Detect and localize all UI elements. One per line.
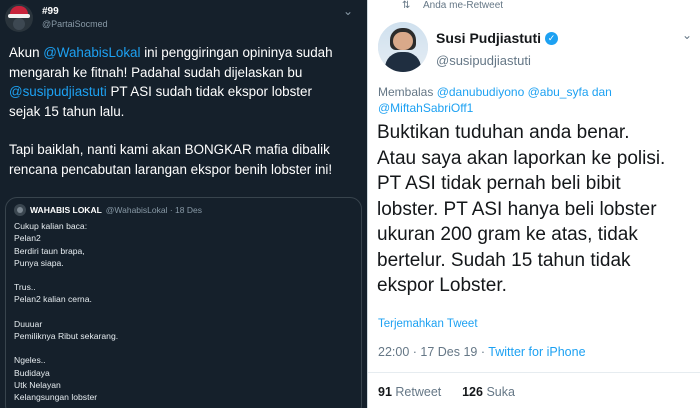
quote-line: Trus.. <box>14 282 36 293</box>
avatar[interactable] <box>378 22 428 72</box>
text-run: Tapi baiklah, nanti kami akan BONGKAR ma… <box>9 142 330 157</box>
retweets-stat[interactable]: 91 Retweet <box>378 385 441 399</box>
tweet-text: Akun @WahabisLokal ini penggiringan opin… <box>9 43 365 179</box>
tweet-line: sejak 15 tahun lalu. <box>9 102 365 122</box>
quote-line: Kelangsungan lobster <box>14 392 98 403</box>
quote-handle-date: @WahabisLokal · 18 Des <box>105 205 202 215</box>
tweet-line: Tapi baiklah, nanti kami akan BONGKAR ma… <box>9 140 365 160</box>
mention-link[interactable]: @WahabisLokal <box>43 45 140 60</box>
quote-text: Cukup kalian baca: Pelan2 Berdiri taun bra… <box>14 220 353 404</box>
tweet-line: Atau saya akan laporkan ke polisi. <box>377 147 666 169</box>
quote-line: Duuuar <box>14 318 43 329</box>
retweet-icon: ⇅ <box>402 0 411 11</box>
user-handle[interactable]: @PartaiSocmed <box>42 19 108 29</box>
quote-line: Cukup kalian baca: <box>14 221 88 231</box>
quote-line: Pelan2 <box>14 233 41 244</box>
chevron-down-icon[interactable]: ⌄ <box>682 28 692 42</box>
quote-line: Budidaya <box>14 367 50 378</box>
display-name[interactable]: #99 <box>42 6 59 17</box>
display-name-row[interactable]: Susi Pudjiastuti ✓ <box>436 30 559 46</box>
display-name[interactable]: Susi Pudjiastuti <box>436 30 541 46</box>
text-run: mengarah ke fitnah! Padahal sudah dijela… <box>9 64 303 80</box>
reply-mentions-2[interactable]: @MiftahSabriOff1 <box>378 101 473 115</box>
reply-prefix: Membalas <box>378 85 437 99</box>
tweet-text: Buktikan tuduhan anda benar. Atau saya ak… <box>377 120 697 299</box>
tweet-date[interactable]: 17 Des 19 <box>420 345 477 359</box>
retweet-label: Anda me-Retweet <box>423 0 504 11</box>
quote-line: Pelan2 kalian cerna. <box>14 294 92 305</box>
tweet-stats: 91 Retweet 126 Suka <box>378 385 515 399</box>
translate-tweet-link[interactable]: Terjemahkan Tweet <box>378 318 478 330</box>
tweet-line: Buktikan tuduhan anda benar. <box>377 122 630 143</box>
tweet-line: ekspor Lobster. <box>377 275 507 296</box>
tweet-line: mengarah ke fitnah! Padahal sudah dijela… <box>9 63 365 83</box>
retweets-count: 91 <box>378 385 392 399</box>
tweet-line: lobster. PT ASI hanya beli lobster <box>377 198 657 220</box>
user-handle[interactable]: @susipudjiastuti <box>436 53 531 68</box>
likes-label: Suka <box>486 385 515 399</box>
verified-badge-icon: ✓ <box>545 31 559 45</box>
tweet-line: @susipudjiastuti PT ASI sudah tidak eksp… <box>9 82 365 102</box>
quoted-tweet[interactable]: WAHABIS LOKAL @WahabisLokal · 18 Des Cuk… <box>5 197 362 408</box>
text-run: sejak 15 tahun lalu. <box>9 103 125 119</box>
tweet-line: Akun @WahabisLokal ini penggiringan opin… <box>9 43 365 63</box>
likes-count: 126 <box>462 385 483 399</box>
avatar[interactable] <box>5 4 33 32</box>
text-run: rencana pencabutan larangan ekspor benih… <box>9 161 333 177</box>
quote-display-name: WAHABIS LOKAL <box>30 205 102 215</box>
quote-line: Pemiliknya Ribut sekarang. <box>14 331 119 342</box>
text-run: ini penggiringan opininya sudah <box>140 45 333 60</box>
mention-link[interactable]: @susipudjiastuti <box>9 84 107 99</box>
right-tweet-panel: ⇅ Anda me-Retweet Susi Pudjiastuti ✓ @su… <box>368 0 700 408</box>
tweet-line: ukuran 200 gram ke atas, tidak <box>377 224 638 245</box>
quote-avatar <box>14 204 26 216</box>
quote-line: Punya siapa. <box>14 257 64 268</box>
tweet-line: PT ASI tidak pernah beli bibit <box>377 173 621 194</box>
reply-mentions[interactable]: @danubudiyono @abu_syfa dan <box>437 85 612 99</box>
tweet-line: rencana pencabutan larangan ekspor benih… <box>9 160 365 180</box>
divider <box>368 372 700 373</box>
replying-to: Membalas @danubudiyono @abu_syfa dan @Mi… <box>378 84 678 116</box>
retweets-label: Retweet <box>395 385 442 399</box>
tweet-line: bertelur. Sudah 15 tahun tidak <box>377 249 631 271</box>
likes-stat[interactable]: 126 Suka <box>462 385 515 399</box>
quote-line: Utk Nelayan <box>14 379 61 390</box>
text-run: Akun <box>9 45 44 60</box>
tweet-time[interactable]: 22:00 <box>378 345 409 359</box>
tweet-source-link[interactable]: Twitter for iPhone <box>488 345 585 359</box>
quote-line: Ngeles.. <box>14 355 46 366</box>
quote-line: Berdiri taun brapa, <box>14 245 85 256</box>
chevron-down-icon[interactable]: ⌄ <box>343 4 353 18</box>
text-run: PT ASI sudah tidak ekspor lobster <box>106 84 312 99</box>
tweet-timestamp: 22:00 · 17 Des 19 · Twitter for iPhone <box>378 345 586 359</box>
left-tweet-panel: #99 @PartaiSocmed ⌄ Akun @WahabisLokal i… <box>0 0 367 408</box>
